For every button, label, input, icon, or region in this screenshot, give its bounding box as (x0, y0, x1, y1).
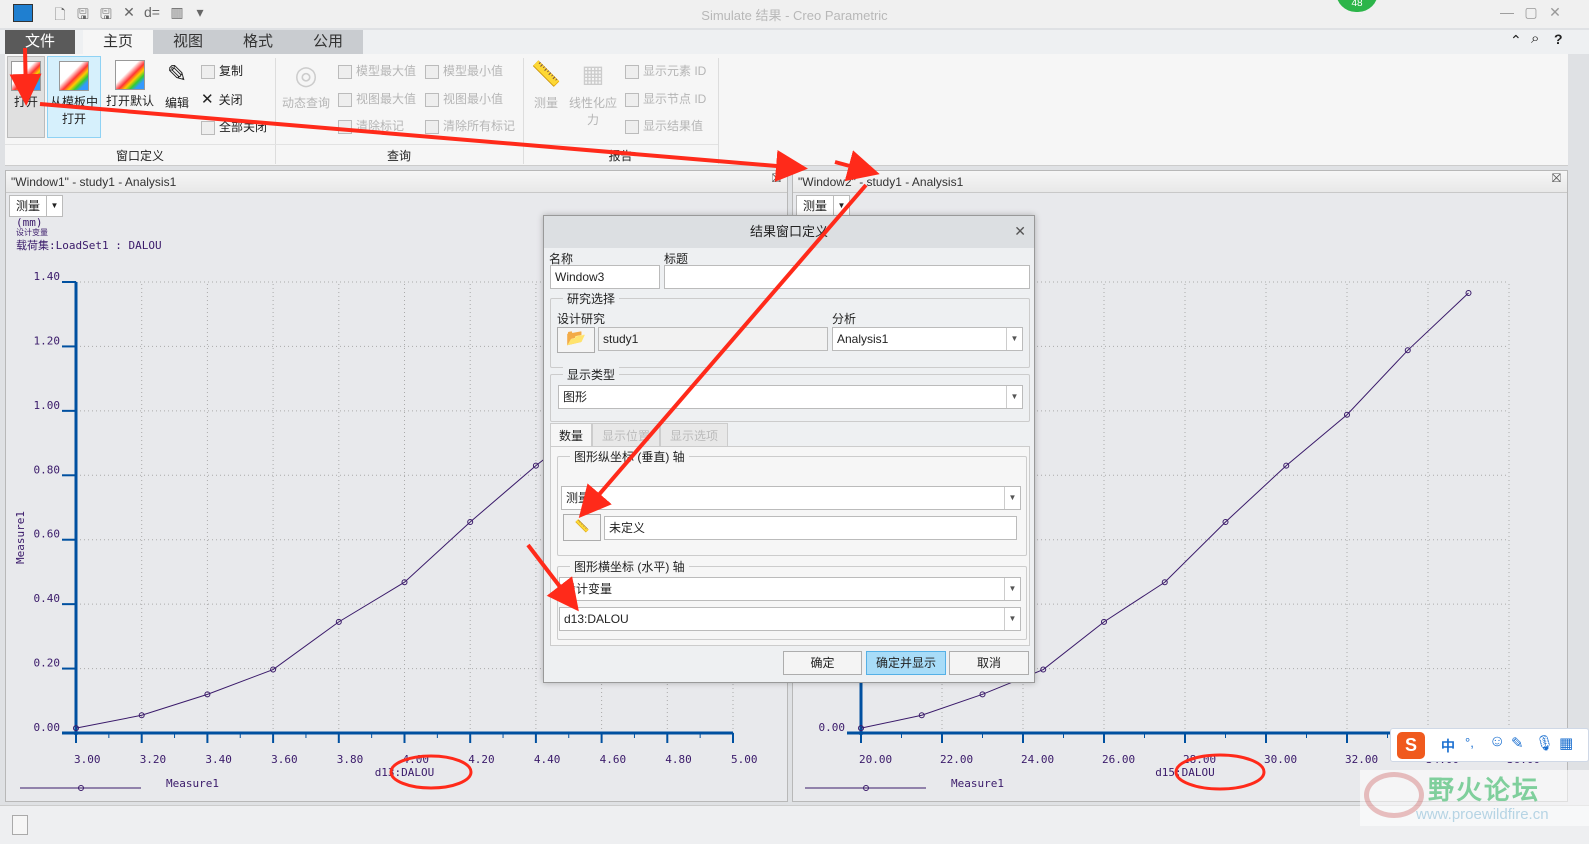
chevron-down-icon: ▼ (1004, 487, 1020, 509)
legend-label-1: Measure1 (166, 777, 219, 790)
x-tick-label: 4.80 (665, 753, 692, 766)
y-tick-label: 0.60 (34, 528, 61, 541)
x-tick-label: 28.00 (1183, 753, 1216, 766)
y-tick-label: 0.00 (34, 721, 61, 734)
x-tick-label: 30.00 (1264, 753, 1297, 766)
sogou-logo-icon[interactable]: S (1397, 732, 1425, 759)
x-axis-label: d13:DALOU (375, 766, 435, 779)
define-measure-button[interactable]: 📏 (563, 514, 601, 541)
ruler-icon: 📏 (574, 519, 590, 533)
pen-icon[interactable]: ✎ (1511, 734, 1524, 752)
ok-and-show-button[interactable]: 确定并显示 (866, 651, 946, 675)
design-variable-select[interactable]: d13:DALOU ▼ (559, 607, 1021, 631)
emoji-icon[interactable]: ☺ (1489, 733, 1505, 751)
y-tick-label: 0.20 (34, 657, 61, 670)
chevron-down-icon: ▼ (1006, 386, 1022, 408)
watermark-title: 野火论坛 (1428, 775, 1541, 805)
x-tick-label: 3.20 (140, 753, 167, 766)
folder-open-icon: 📂 (566, 330, 586, 347)
x-tick-label: 4.00 (403, 753, 430, 766)
x-tick-label: 26.00 (1102, 753, 1135, 766)
grid-menu-icon[interactable]: ▦ (1559, 734, 1573, 752)
x-tick-label: 3.00 (74, 753, 101, 766)
dialog-title: 结果窗口定义 (544, 216, 1034, 248)
x-tick-label: 3.60 (271, 753, 298, 766)
x-axis-select[interactable]: 设计变量 ▼ (559, 577, 1021, 601)
ime-punctuation[interactable]: °, (1465, 735, 1474, 750)
design-study-field: study1 (598, 327, 828, 351)
chevron-down-icon: ▼ (1006, 328, 1022, 350)
x-tick-label: 24.00 (1021, 753, 1054, 766)
y-tick-label: 0.80 (34, 463, 61, 476)
x-tick-label: 4.20 (468, 753, 495, 766)
ime-toolbar: S 中 °, ☺ ✎ 🎙 ▦ (1390, 728, 1589, 762)
x-axis-label: d15:DALOU (1155, 766, 1215, 779)
legend-label-2: Measure1 (951, 777, 1004, 790)
x-tick-label: 4.60 (600, 753, 627, 766)
watermark-logo-icon (1364, 772, 1424, 818)
x-tick-label: 32.00 (1345, 753, 1378, 766)
dialog-close-icon[interactable]: ✕ (1014, 223, 1026, 240)
title-input[interactable] (664, 265, 1030, 289)
analysis-value: Analysis1 (837, 332, 889, 346)
tab-quantity[interactable]: 数量 (550, 423, 592, 447)
x-axis-value: 设计变量 (564, 582, 613, 596)
tab-display-options[interactable]: 显示选项 (660, 423, 728, 447)
display-type-select[interactable]: 图形 ▼ (558, 385, 1023, 409)
design-variable-value: d13:DALOU (564, 612, 629, 626)
x-tick-label: 5.00 (731, 753, 758, 766)
watermark: 野火论坛 www.proewildfire.cn (1360, 770, 1589, 826)
cancel-button[interactable]: 取消 (949, 651, 1029, 675)
y-axis-select[interactable]: 测量 ▼ (561, 486, 1021, 510)
x-tick-label: 3.40 (205, 753, 232, 766)
chevron-down-icon: ▼ (1004, 578, 1020, 600)
ime-language[interactable]: 中 (1441, 736, 1455, 756)
y-axis-label: Measure1 (14, 511, 27, 564)
design-study-label: 设计研究 (557, 312, 606, 326)
y-tick-label: 0.40 (34, 592, 61, 605)
status-toggle-button[interactable] (12, 815, 28, 835)
study-group-label: 研究选择 (563, 290, 620, 307)
watermark-url: www.proewildfire.cn (1416, 806, 1549, 823)
tab-display-location[interactable]: 显示位置 (592, 423, 660, 447)
x-tick-label: 22.00 (940, 753, 973, 766)
x-tick-label: 4.40 (534, 753, 561, 766)
display-type-value: 图形 (563, 390, 588, 404)
y-tick-label: 1.20 (34, 334, 61, 347)
analysis-select[interactable]: Analysis1 ▼ (832, 327, 1023, 351)
status-bar (0, 805, 1589, 844)
open-study-button[interactable]: 📂 (557, 327, 595, 353)
x-tick-label: 3.80 (337, 753, 364, 766)
measure-field[interactable]: 未定义 (604, 516, 1017, 540)
y-tick-label: 1.40 (34, 270, 61, 283)
analysis-label: 分析 (832, 312, 857, 326)
display-type-group-label: 显示类型 (563, 366, 620, 383)
x-axis-group-label: 图形横坐标 (水平) 轴 (570, 558, 689, 575)
chevron-down-icon: ▼ (1004, 608, 1020, 630)
y-tick-label: 0.00 (819, 721, 846, 734)
name-input[interactable]: Window3 (550, 265, 660, 289)
result-window-definition-dialog: 结果窗口定义 ✕ 名称 标题 Window3 研究选择 设计研究 分析 📂 st… (543, 215, 1035, 683)
x-tick-label: 20.00 (859, 753, 892, 766)
y-axis-value: 测量 (566, 491, 591, 505)
y-tick-label: 1.00 (34, 399, 61, 412)
microphone-icon[interactable]: 🎙 (1535, 734, 1554, 752)
ok-button[interactable]: 确定 (783, 651, 862, 675)
y-axis-group-label: 图形纵坐标 (垂直) 轴 (570, 448, 689, 465)
